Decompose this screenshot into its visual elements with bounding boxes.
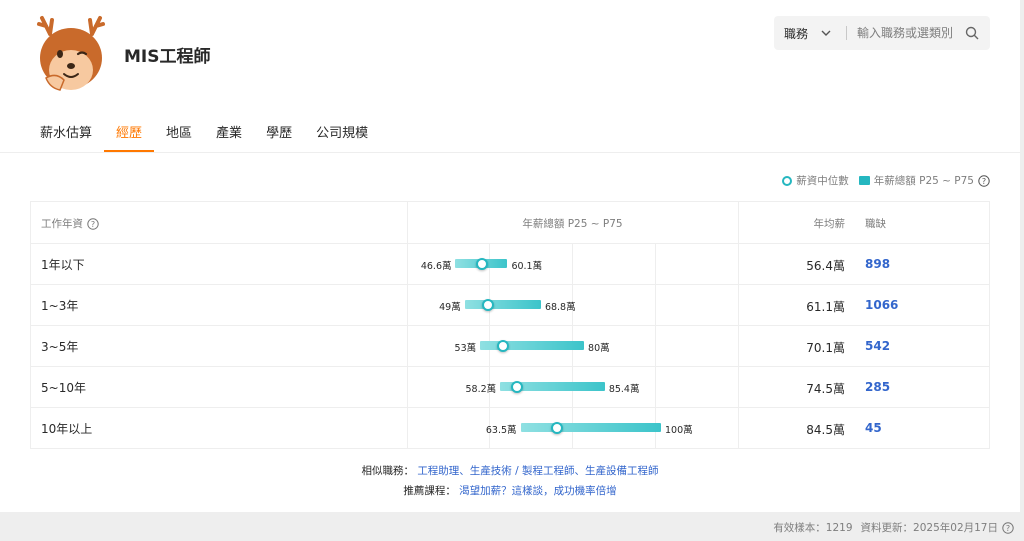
salary-range-bar — [480, 341, 585, 350]
p25-label: 49萬 — [439, 302, 461, 313]
search-icon — [965, 26, 979, 40]
svg-text:?: ? — [1006, 524, 1010, 533]
course-link[interactable]: 渴望加薪？這樣談，成功機率倍增 — [459, 485, 617, 497]
header-jobs: 職缺 — [865, 218, 886, 230]
bottom-status-bar: 有效樣本：1219 資料更新：2025年02月17日 ? — [0, 512, 1020, 541]
similar-jobs: 相似職務： 工程助理、生產技術 / 製程工程師、生產設備工程師 — [0, 463, 1020, 478]
p75-label: 80萬 — [588, 343, 610, 354]
range-cell: 49萬 68.8萬 — [407, 285, 738, 326]
data-info: 有效樣本：1219 資料更新：2025年02月17日 ? — [773, 520, 1014, 535]
chart-legend: 薪資中位數 年薪總額 P25 ~ P75 ? — [782, 173, 990, 188]
tab-education[interactable]: 學歷 — [254, 112, 304, 152]
tab-company-size[interactable]: 公司規模 — [304, 112, 380, 152]
table-header: 工作年資 ? 年薪總額 P25 ~ P75 年均薪 職缺 — [31, 202, 989, 244]
tab-bar: 薪水估算 經歷 地區 產業 學歷 公司規模 — [28, 112, 380, 152]
p75-label: 85.4萬 — [608, 384, 640, 395]
sample-count: 有效樣本：1219 — [773, 522, 853, 534]
cell-avg-salary: 56.4萬 — [806, 259, 845, 273]
median-marker-icon — [782, 175, 793, 186]
similar-jobs-link[interactable]: 工程助理、生產技術 / 製程工程師、生產設備工程師 — [417, 465, 658, 477]
p75-label: 68.8萬 — [544, 302, 576, 313]
cell-job-count-link[interactable]: 542 — [865, 339, 890, 353]
similar-jobs-label: 相似職務： — [361, 465, 414, 477]
cell-job-count-link[interactable]: 45 — [865, 421, 882, 435]
cell-job-count-link[interactable]: 285 — [865, 380, 890, 394]
p75-label: 60.1萬 — [511, 261, 543, 272]
help-icon[interactable]: ? — [978, 174, 990, 187]
svg-text:?: ? — [982, 177, 986, 186]
median-marker[interactable] — [497, 340, 510, 352]
median-marker[interactable] — [551, 422, 564, 434]
legend-range-label: 年薪總額 P25 ~ P75 — [873, 175, 974, 187]
salary-page: MIS工程師 職務 薪水估算 經歷 地區 產業 學歷 公司規模 薪資中位數 年薪… — [0, 0, 1024, 541]
median-marker[interactable] — [481, 299, 494, 311]
p25-label: 58.2萬 — [465, 384, 497, 395]
p25-label: 63.5萬 — [485, 425, 517, 436]
tabs-divider — [0, 152, 1020, 153]
update-date: 資料更新：2025年02月17日 — [860, 522, 998, 534]
chevron-down-icon — [821, 30, 831, 36]
cell-avg-salary: 74.5萬 — [806, 382, 845, 396]
tab-region[interactable]: 地區 — [154, 112, 204, 152]
cell-years: 10年以上 — [41, 422, 93, 436]
p25-label: 46.6萬 — [420, 261, 452, 272]
svg-text:?: ? — [91, 220, 95, 229]
median-marker[interactable] — [476, 258, 489, 270]
salary-table: 工作年資 ? 年薪總額 P25 ~ P75 年均薪 職缺 1年以下 46.6萬 60… — [30, 201, 990, 449]
cell-avg-salary: 84.5萬 — [806, 423, 845, 437]
cell-job-count-link[interactable]: 898 — [865, 257, 890, 271]
cell-avg-salary: 70.1萬 — [806, 341, 845, 355]
cell-job-count-link[interactable]: 1066 — [865, 298, 898, 312]
salary-range-bar — [464, 300, 541, 309]
tab-salary-estimate[interactable]: 薪水估算 — [28, 112, 104, 152]
header-range: 年薪總額 P25 ~ P75 — [522, 218, 623, 230]
cell-avg-salary: 61.1萬 — [806, 300, 845, 314]
help-icon[interactable]: ? — [87, 217, 99, 230]
table-row: 1~3年 49萬 68.8萬 61.1萬 1066 — [31, 285, 989, 326]
search-category-select[interactable]: 職務 — [774, 16, 846, 50]
search-button[interactable] — [959, 20, 985, 46]
table-row: 1年以下 46.6萬 60.1萬 56.4萬 898 — [31, 244, 989, 285]
cell-years: 5~10年 — [41, 381, 86, 395]
search-category-value: 職務 — [784, 26, 809, 41]
range-cell: 58.2萬 85.4萬 — [407, 367, 738, 408]
legend-median-label: 薪資中位數 — [796, 175, 849, 187]
tab-experience[interactable]: 經歷 — [104, 112, 155, 152]
range-bar-icon — [858, 176, 870, 185]
header-avg: 年均薪 — [813, 218, 846, 230]
cell-years: 3~5年 — [41, 340, 79, 354]
table-row: 3~5年 53萬 80萬 70.1萬 542 — [31, 326, 989, 367]
tab-industry[interactable]: 產業 — [204, 112, 254, 152]
salary-range-bar — [520, 423, 661, 432]
deer-mascot-avatar — [37, 16, 105, 91]
p25-label: 53萬 — [454, 343, 477, 354]
page-title: MIS工程師 — [124, 47, 211, 67]
median-marker[interactable] — [510, 381, 523, 393]
cell-years: 1~3年 — [41, 299, 79, 313]
cell-years: 1年以下 — [41, 258, 85, 272]
table-row: 10年以上 63.5萬 100萬 84.5萬 45 — [31, 408, 989, 449]
courses-label: 推薦課程： — [403, 485, 456, 497]
help-icon[interactable]: ? — [1002, 521, 1014, 534]
range-cell: 53萬 80萬 — [407, 326, 738, 367]
p75-label: 100萬 — [665, 425, 693, 436]
search-box: 職務 — [774, 16, 990, 50]
header-years: 工作年資 ? — [41, 216, 99, 231]
scroll-edge — [1020, 0, 1024, 541]
recommended-courses: 推薦課程： 渴望加薪？這樣談，成功機率倍增 — [0, 483, 1020, 498]
range-cell: 63.5萬 100萬 — [407, 408, 738, 449]
search-input[interactable] — [847, 26, 959, 40]
table-row: 5~10年 58.2萬 85.4萬 74.5萬 285 — [31, 367, 989, 408]
header-years-label: 工作年資 — [41, 218, 83, 230]
range-cell: 46.6萬 60.1萬 — [407, 244, 738, 285]
